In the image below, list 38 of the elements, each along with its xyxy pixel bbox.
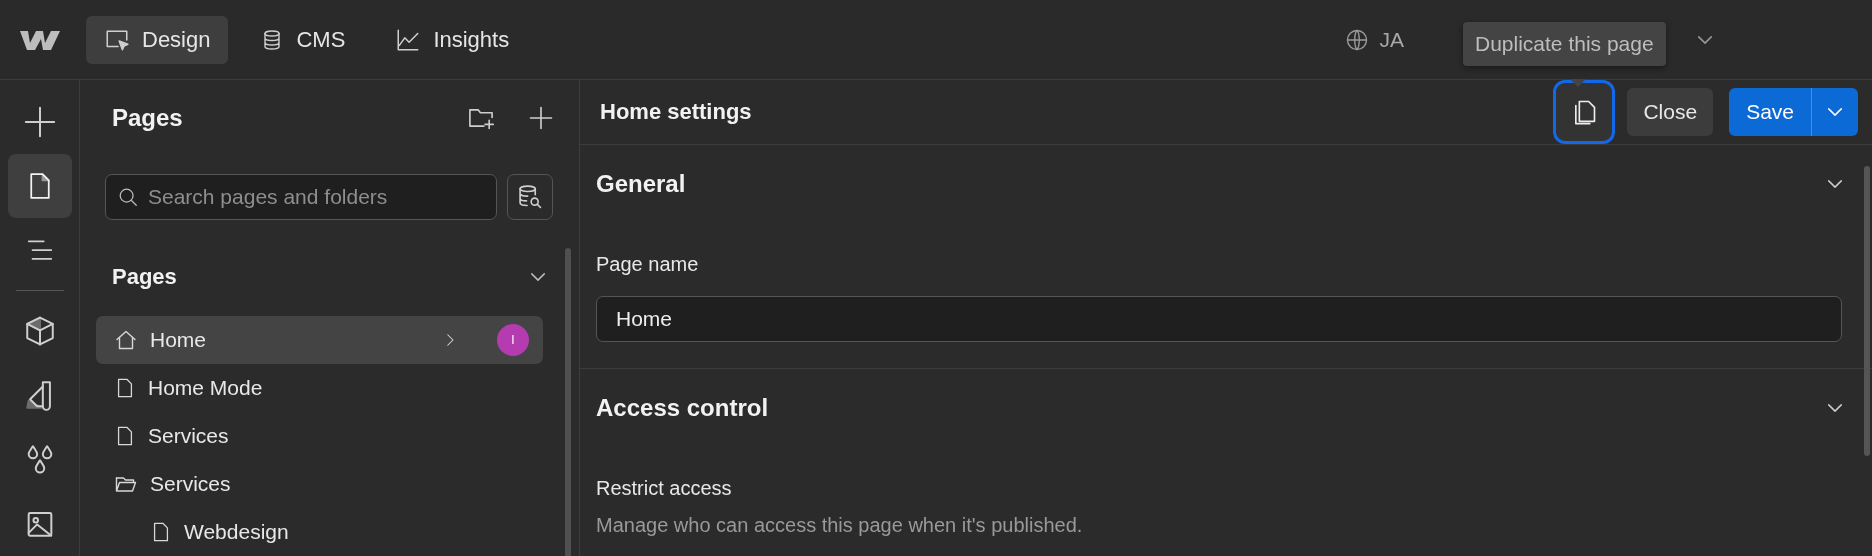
page-item[interactable]: Webdesign [96,508,543,556]
page-item[interactable]: Home Mode [96,364,543,412]
panel-title: Pages [112,103,184,132]
avatar-badge: I [497,324,529,356]
field-label: Restrict access [596,477,733,500]
page-item[interactable]: Services [96,460,543,508]
page-name-field[interactable]: Home [596,296,1842,342]
search-icon [117,186,139,208]
locale-label[interactable]: JA [1379,27,1404,52]
mode-tab[interactable]: CMS [242,15,364,64]
section-header[interactable]: Pages [80,252,579,302]
field-label: Page name [596,253,700,276]
duplicate-button[interactable] [1553,80,1616,144]
search-field[interactable]: Search pages and folders [105,174,497,220]
save-button[interactable]: Save [1729,88,1812,136]
section-header[interactable]: Access control [596,369,1842,447]
mode-tab[interactable]: Design [86,15,229,64]
field-description: Manage who can access this page when it's published. [596,514,1084,537]
mode-tab[interactable]: Insights [377,15,528,64]
plus-icon [22,105,57,139]
section-header[interactable]: General [596,145,1842,223]
chevron-down-icon [531,273,545,281]
chevron-down-icon [1828,404,1842,412]
tooltip: Duplicate this page [1463,22,1666,66]
chevron-down-icon [1698,35,1712,44]
settings-title: Home settings [600,99,753,125]
page-item[interactable]: Services [96,412,543,460]
chevron-down-icon [1828,180,1842,188]
page-item[interactable]: Home I [96,316,543,364]
close-button[interactable]: Close [1627,88,1714,136]
sidebar-tool[interactable] [7,154,72,218]
globe-icon [1345,27,1370,52]
home-icon [114,328,138,352]
database-search-icon [516,183,544,211]
database-search-button[interactable] [507,174,553,220]
scrollbar[interactable] [1864,166,1870,456]
caret-icon [1828,108,1842,116]
scrollbar[interactable] [565,248,571,556]
